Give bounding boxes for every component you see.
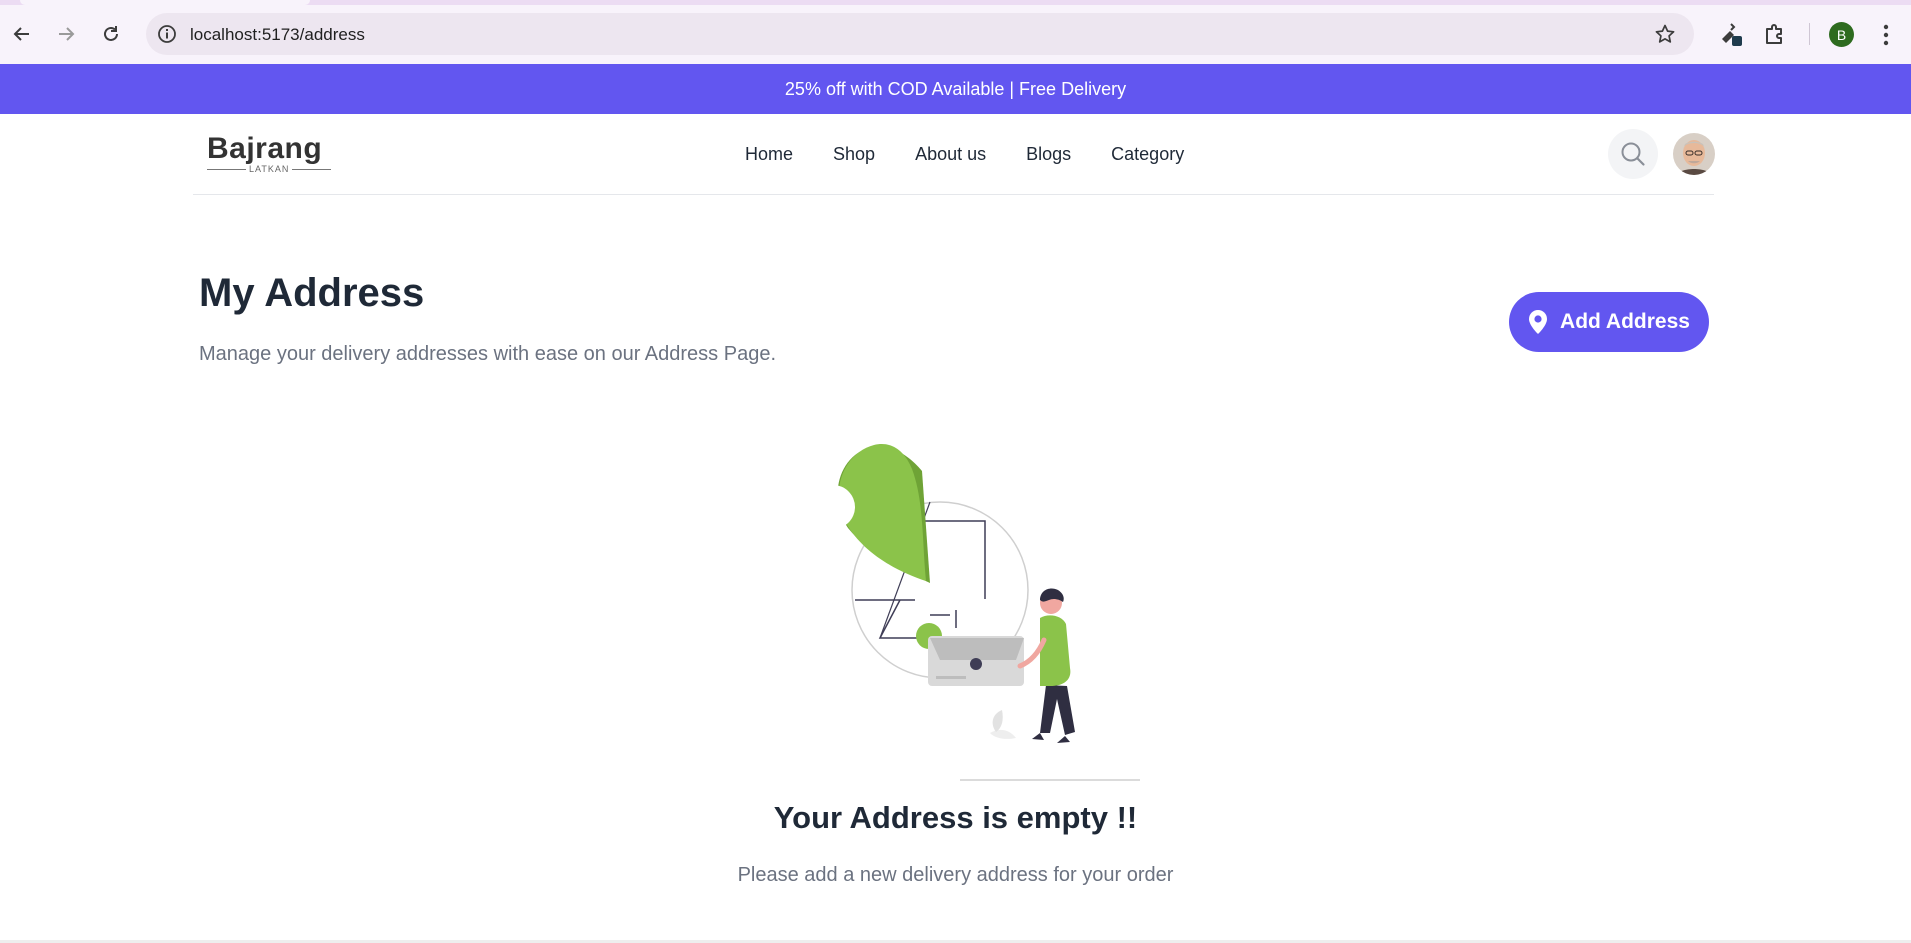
add-address-label: Add Address [1560, 310, 1690, 333]
address-bar[interactable]: localhost:5173/address [146, 13, 1694, 55]
nav-blogs[interactable]: Blogs [1026, 144, 1071, 165]
logo-text: Bajrang [207, 132, 323, 165]
more-menu-icon[interactable] [1878, 22, 1894, 48]
add-address-button[interactable]: Add Address [1509, 292, 1709, 352]
search-button[interactable] [1608, 129, 1658, 179]
arrow-left-icon [13, 27, 29, 41]
active-tab[interactable] [20, 0, 310, 5]
promo-banner: 25% off with COD Available | Free Delive… [0, 64, 1911, 114]
promo-text: 25% off with COD Available | Free Delive… [784, 78, 1127, 99]
url-text[interactable]: localhost:5173/address [190, 25, 365, 45]
site-header: Bajrang LATKAN Home Shop About us Blogs … [193, 114, 1715, 195]
map-pin-icon [1529, 310, 1548, 334]
nav-category[interactable]: Category [1111, 144, 1184, 165]
browser-chrome: localhost:5173/address B [0, 0, 1911, 64]
forward-button[interactable] [52, 20, 80, 48]
reload-icon [104, 26, 118, 41]
empty-state-title: Your Address is empty !! [773, 800, 1138, 835]
logo[interactable]: Bajrang LATKAN [207, 132, 331, 178]
nav-home[interactable]: Home [745, 144, 793, 165]
reload-button[interactable] [97, 20, 125, 48]
search-icon [1621, 142, 1645, 166]
page-subtitle: Manage your delivery addresses with ease… [199, 343, 777, 365]
empty-state-message: Please add a new delivery address for yo… [737, 864, 1174, 886]
profile-avatar[interactable]: B [1829, 22, 1854, 47]
logo-subtext: LATKAN [246, 164, 293, 174]
nav-about-us[interactable]: About us [915, 144, 986, 165]
back-button[interactable] [8, 20, 36, 48]
extension-icon[interactable] [1718, 21, 1744, 47]
toolbar-divider [1809, 23, 1810, 45]
page-title: My Address [199, 271, 425, 315]
nav-shop[interactable]: Shop [833, 144, 875, 165]
main-navigation: Home Shop About us Blogs Category [745, 114, 1184, 194]
arrow-right-icon [59, 27, 75, 41]
user-avatar[interactable] [1673, 133, 1715, 175]
puzzle-icon[interactable] [1762, 21, 1788, 47]
empty-address-illustration [811, 444, 1140, 781]
info-icon[interactable] [156, 23, 178, 45]
star-icon[interactable] [1654, 23, 1676, 45]
user-photo [1673, 133, 1715, 175]
